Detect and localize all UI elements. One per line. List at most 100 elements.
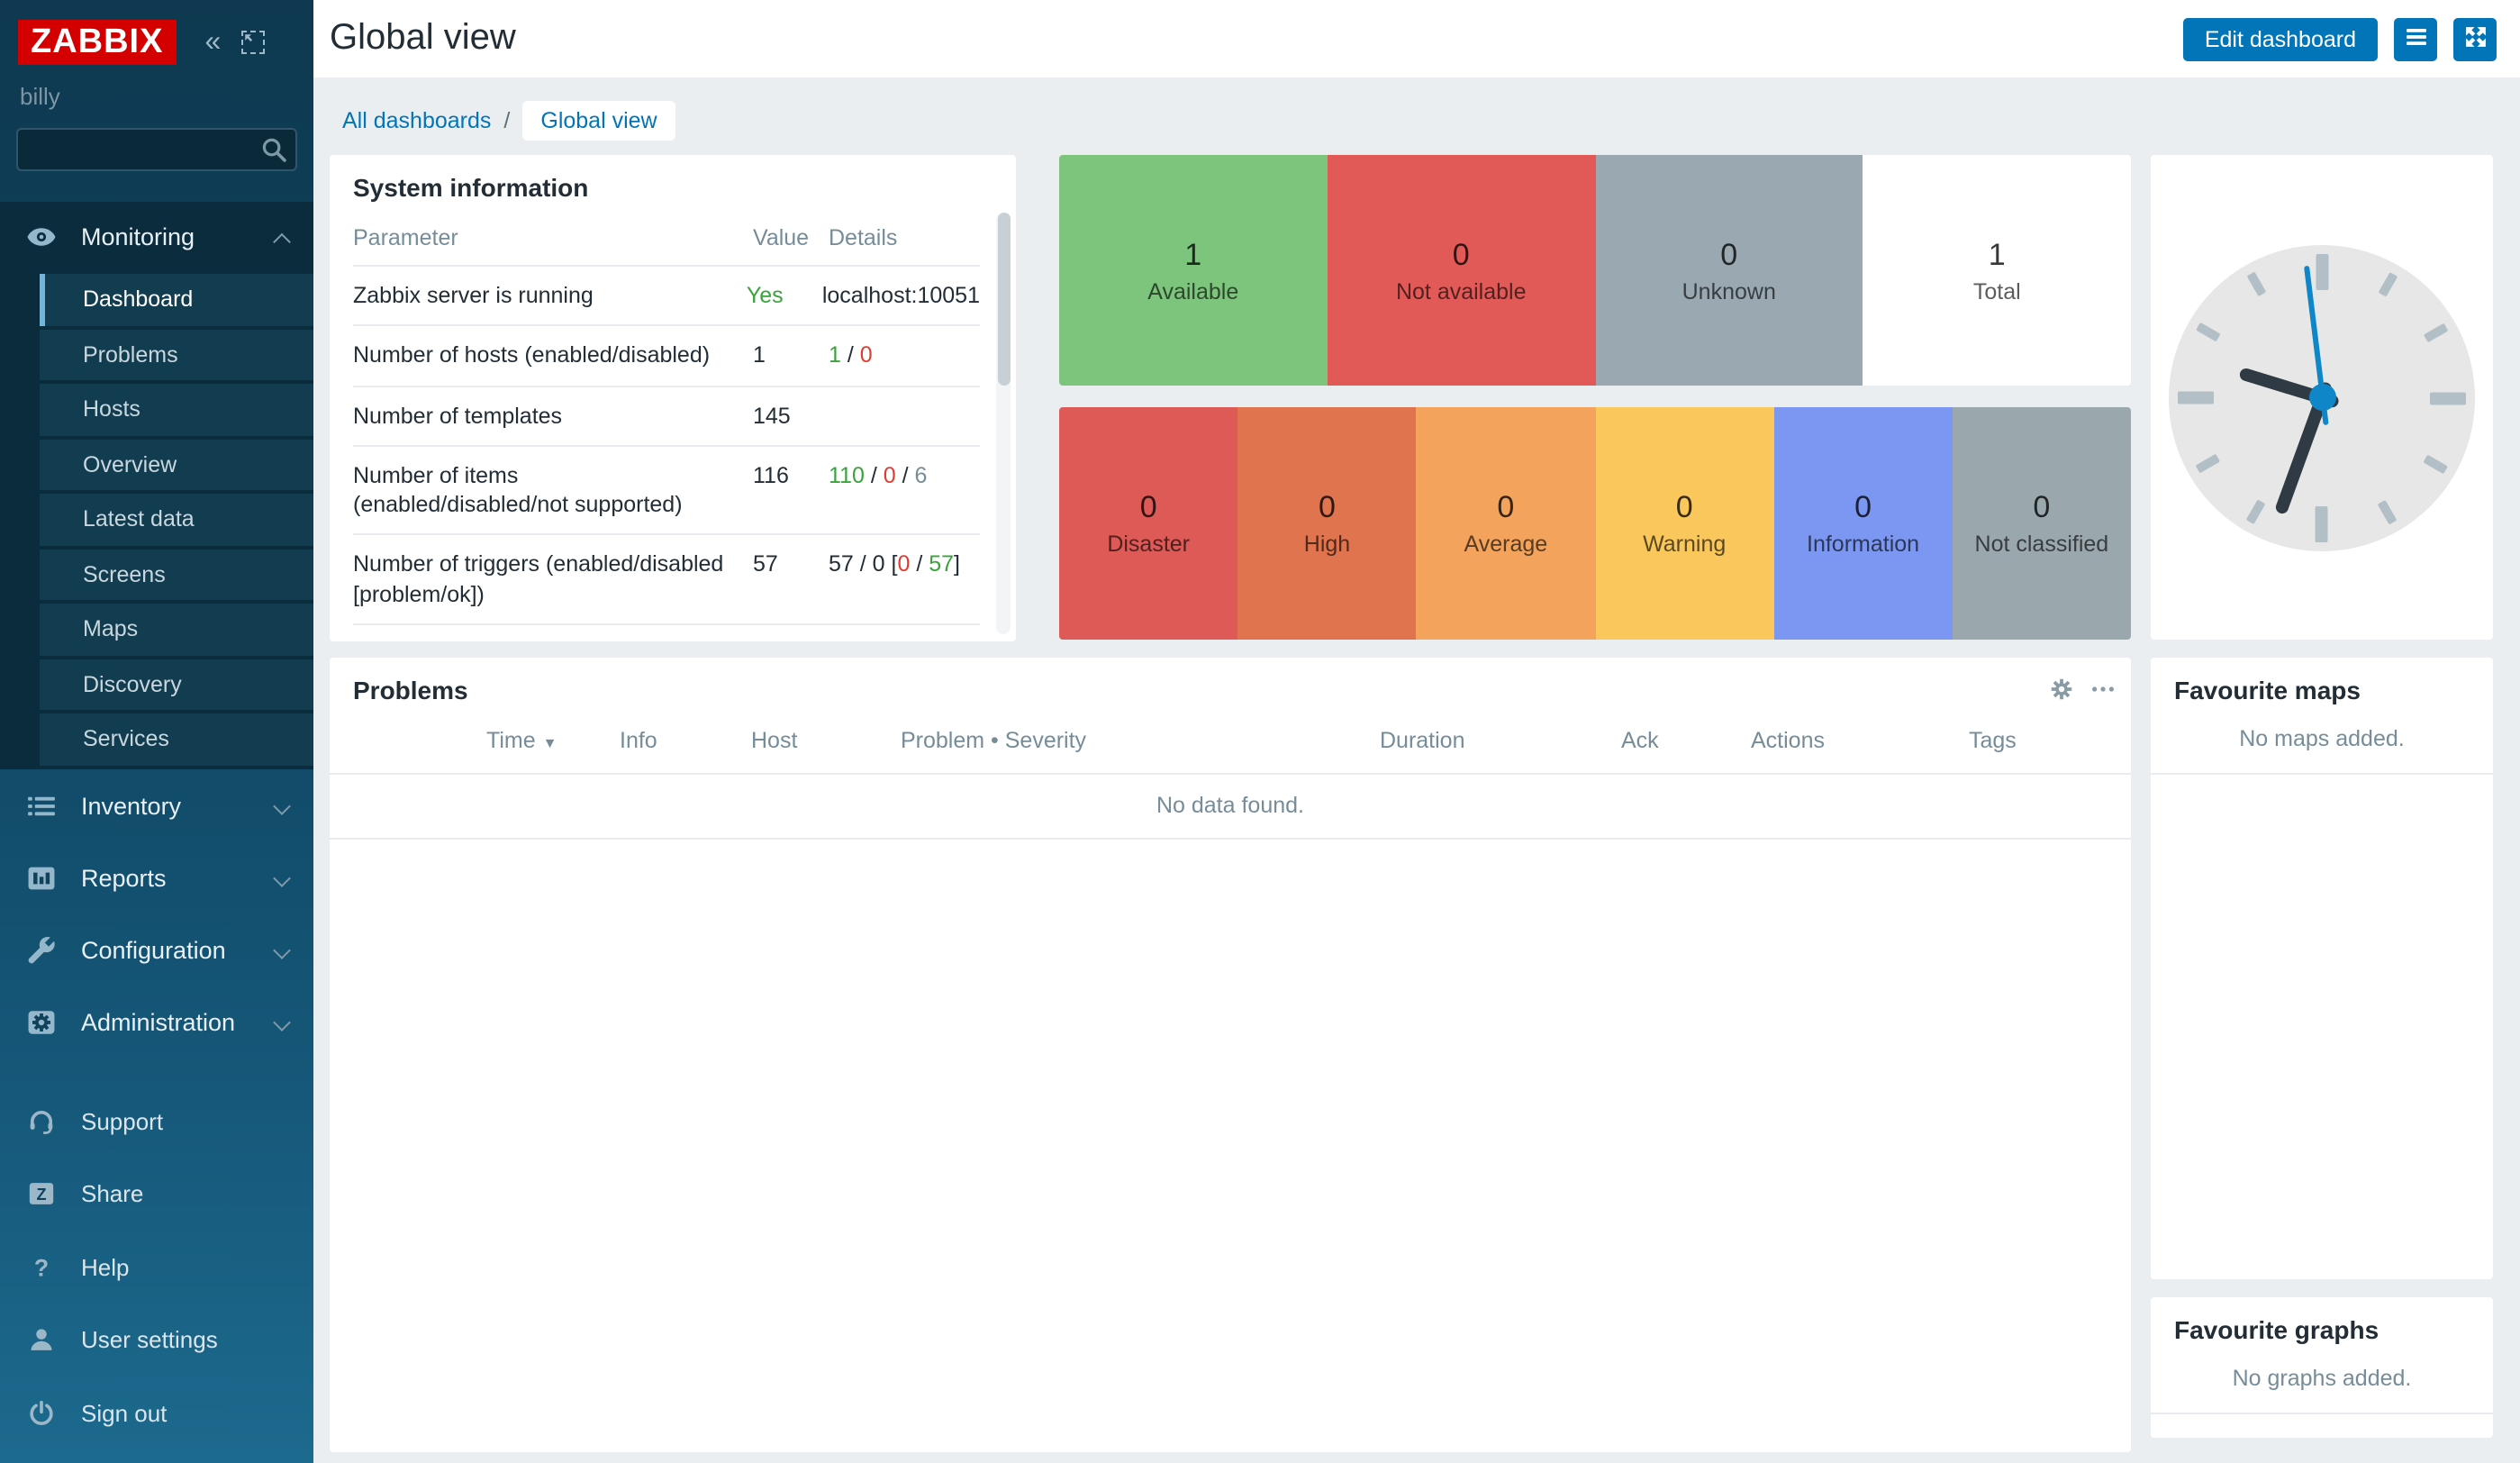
breadcrumb-all-dashboards[interactable]: All dashboards [342, 108, 491, 133]
sysinfo-value: Yes [746, 283, 784, 308]
user-icon [25, 1324, 58, 1355]
cell-count: 0 [1139, 490, 1157, 524]
sidebar-section-administration: Administration [0, 995, 313, 1050]
sidebar-item-user-settings[interactable]: User settings [0, 1313, 313, 1367]
sysinfo-details: 1 / 0 [829, 341, 980, 371]
problems-widget: Problems Time ▼ Info Host Problem • Severity… [330, 658, 2131, 1452]
sysinfo-detail-segment: 6 [914, 462, 928, 488]
svg-text:Z: Z [36, 1186, 46, 1204]
cell-count: 1 [1988, 237, 2006, 271]
clock-tick [2196, 322, 2221, 341]
problems-column-time[interactable]: Time ▼ [486, 728, 557, 753]
edit-dashboard-button[interactable]: Edit dashboard [2182, 17, 2378, 60]
problems-column-problem-severity[interactable]: Problem • Severity [901, 728, 1086, 753]
sidebar-item-maps[interactable]: Maps [40, 604, 313, 655]
sidebar-item-hosts[interactable]: Hosts [40, 384, 313, 435]
cell-count: 0 [2033, 490, 2051, 524]
sidebar-section-head-administration[interactable]: Administration [0, 995, 313, 1050]
cell-label: Unknown [1682, 278, 1776, 304]
sidebar-search [16, 128, 297, 171]
scrollbar-track [996, 213, 1011, 634]
widget-settings-gear-icon[interactable] [2048, 676, 2075, 703]
clock-tick [2316, 253, 2328, 289]
sidebar-section-monitoring: Monitoring Dashboard Problems Hosts Overview… [0, 202, 313, 768]
sidebar-menu: Monitoring Dashboard Problems Hosts Overview… [0, 202, 313, 1050]
kiosk-mode-icon[interactable] [240, 31, 265, 54]
sidebar-item-latest-data[interactable]: Latest data [40, 494, 313, 545]
sidebar-submenu: Dashboard Problems Hosts Overview Latest dat… [0, 274, 313, 765]
sidebar-section-configuration: Configuration [0, 923, 313, 977]
sort-desc-icon: ▼ [542, 735, 557, 751]
sidebar-section-head-monitoring[interactable]: Monitoring [0, 202, 313, 270]
widget-title: Favourite maps [2174, 676, 2361, 704]
sysinfo-value: 145 [753, 403, 791, 428]
sidebar-item-problems[interactable]: Problems [40, 329, 313, 380]
sidebar-section-head-configuration[interactable]: Configuration [0, 923, 313, 977]
problems-column-headers: Time ▼ Info Host Problem • Severity Duration A… [330, 728, 2131, 766]
sidebar-item-support[interactable]: Support [0, 1094, 313, 1148]
cell-label: High [1303, 532, 1351, 557]
sysinfo-row: Zabbix server is running Yes localhost:100… [353, 265, 980, 325]
fullscreen-button[interactable] [2453, 17, 2497, 60]
cell-label: Warning [1643, 532, 1727, 557]
host-availability-widget: 1 Available 0 Not available 0 Unknown 1 Total [1059, 155, 2131, 386]
list-icon [25, 791, 58, 822]
sidebar-item-discovery[interactable]: Discovery [40, 659, 313, 710]
page-title: Global view [330, 18, 516, 58]
dashboard-content: All dashboards / Global view System info… [313, 77, 2520, 1463]
cell-label: Disaster [1107, 532, 1190, 557]
search-icon[interactable] [259, 135, 288, 164]
sidebar-item-overview[interactable]: Overview [40, 439, 313, 490]
clock-tick [2430, 391, 2466, 404]
cell-label: Available [1147, 278, 1239, 304]
clock-tick [2178, 391, 2214, 404]
sidebar-section-head-reports[interactable]: Reports [0, 851, 313, 905]
sysinfo-detail-segment: ] [954, 551, 960, 577]
widget-actions [2048, 676, 2117, 703]
sysinfo-row: Number of triggers (enabled/disabled [pr… [353, 533, 980, 623]
breadcrumb-current-dashboard[interactable]: Global view [522, 101, 675, 141]
zabbix-dashboard-page: ZABBIX « billy Monitoring Dashboard Proble… [0, 0, 2520, 1463]
dashboard-menu-button[interactable] [2394, 17, 2437, 60]
widget-title: Favourite graphs [2174, 1315, 2379, 1344]
sysinfo-value: 57 [753, 551, 778, 577]
cell-label: Average [1464, 532, 1548, 557]
sidebar-item-help[interactable]: ? Help [0, 1240, 313, 1294]
sysinfo-detail-segment: localhost:10051 [821, 283, 980, 308]
sidebar-item-share[interactable]: Z Share [0, 1167, 313, 1221]
problems-column-host[interactable]: Host [751, 728, 797, 753]
problems-column-actions[interactable]: Actions [1751, 728, 1825, 753]
sysinfo-parameter: Zabbix server is running [353, 283, 594, 308]
sidebar-item-screens[interactable]: Screens [40, 549, 313, 600]
problems-column-info[interactable]: Info [620, 728, 657, 753]
sysinfo-detail-segment: / [910, 551, 929, 577]
clock-tick [2378, 271, 2398, 296]
clock-face [2169, 244, 2475, 550]
sidebar: ZABBIX « billy Monitoring Dashboard Proble… [0, 0, 313, 1463]
cell-count: 1 [1184, 237, 1202, 271]
severity-cell-warning: 0 Warning [1595, 407, 1774, 640]
sysinfo-detail-segment: 57 / 0 [ [829, 551, 898, 577]
search-input[interactable] [16, 128, 297, 171]
problems-column-tags[interactable]: Tags [1969, 728, 2017, 753]
sidebar-item-sign-out[interactable]: Sign out [0, 1386, 313, 1440]
cell-count: 0 [1319, 490, 1336, 524]
cell-label: Not available [1395, 278, 1527, 304]
problems-column-ack[interactable]: Ack [1621, 728, 1659, 753]
widget-more-ellipsis-icon[interactable] [2089, 676, 2117, 703]
zabbix-logo[interactable]: ZABBIX [18, 20, 177, 65]
favourite-graphs-empty-message: No graphs added. [2151, 1355, 2493, 1414]
scrollbar-thumb[interactable] [997, 213, 1010, 386]
collapse-sidebar-icon[interactable]: « [204, 27, 221, 57]
problems-column-duration[interactable]: Duration [1380, 728, 1465, 753]
sysinfo-row: Number of hosts (enabled/disabled) 1 1 / 0 [353, 324, 980, 386]
severity-cell-disaster: 0 Disaster [1059, 407, 1238, 640]
sysinfo-detail-segment: / [895, 462, 915, 488]
sidebar-item-dashboard[interactable]: Dashboard [40, 274, 313, 325]
availability-cell-not-available: 0 Not available [1327, 155, 1595, 386]
sysinfo-value: 1 [753, 342, 766, 368]
sidebar-item-services[interactable]: Services [40, 713, 313, 765]
sidebar-section-head-inventory[interactable]: Inventory [0, 779, 313, 833]
clock-tick [2423, 453, 2448, 473]
column-header-details: Details [829, 225, 898, 250]
